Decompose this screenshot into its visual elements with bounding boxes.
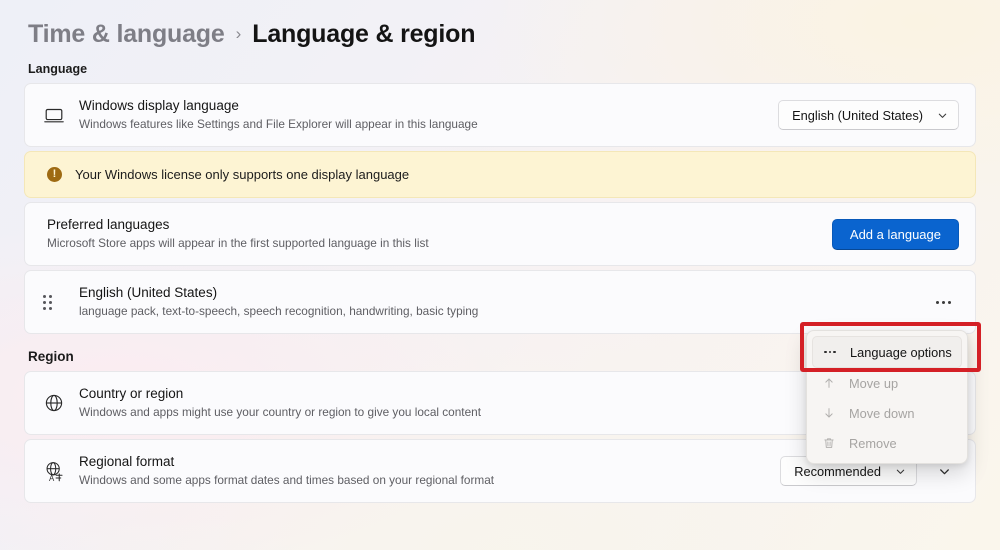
card-language-list-item: English (United States) language pack, t… <box>24 270 976 334</box>
menu-item-label: Remove <box>849 435 897 451</box>
row-title: Preferred languages <box>47 217 170 233</box>
chevron-right-icon: › <box>235 24 242 43</box>
license-warning-text: Your Windows license only supports one d… <box>75 167 410 182</box>
row-text: Windows display language Windows feature… <box>79 97 764 133</box>
row-text: English (United States) language pack, t… <box>79 284 913 320</box>
row-subtitle: Microsoft Store apps will appear in the … <box>47 236 429 251</box>
row-language-english-united-states[interactable]: English (United States) language pack, t… <box>25 271 975 333</box>
menu-item-remove: Remove <box>812 428 962 458</box>
row-text: Regional format Windows and some apps fo… <box>79 453 766 489</box>
menu-item-move-up: Move up <box>812 368 962 398</box>
regional-format-dropdown-value: Recommended <box>794 463 881 479</box>
drag-handle[interactable] <box>43 294 52 310</box>
row-windows-display-language[interactable]: Windows display language Windows feature… <box>25 84 975 146</box>
license-warning-banner: ! Your Windows license only supports one… <box>25 152 975 197</box>
chevron-down-icon <box>937 110 948 121</box>
display-language-dropdown[interactable]: English (United States) <box>778 100 959 130</box>
card-license-warning: ! Your Windows license only supports one… <box>24 151 976 198</box>
row-actions <box>927 288 959 316</box>
section-heading-language: Language <box>28 62 88 76</box>
language-more-options-button[interactable] <box>927 288 959 316</box>
language-context-menu: Language options Move up Move down Remov… <box>806 330 968 464</box>
warning-circle-icon: ! <box>47 167 62 182</box>
menu-item-label: Move up <box>849 375 899 391</box>
row-title: Windows display language <box>79 98 239 114</box>
menu-item-move-down: Move down <box>812 398 962 428</box>
menu-item-label: Language options <box>850 344 952 360</box>
breadcrumb-parent-link[interactable]: Time & language <box>28 20 225 49</box>
arrow-down-icon <box>821 406 837 420</box>
row-actions: Add a language <box>831 218 959 250</box>
row-title: Regional format <box>79 454 175 470</box>
row-title: English (United States) <box>79 285 218 301</box>
monitor-icon <box>43 104 79 126</box>
display-language-dropdown-value: English (United States) <box>792 107 923 123</box>
chevron-down-icon <box>895 466 906 477</box>
trash-icon <box>821 436 837 450</box>
settings-page: Time & language › Language & region Lang… <box>0 0 1000 550</box>
card-windows-display-language: Windows display language Windows feature… <box>24 83 976 147</box>
menu-item-label: Move down <box>849 405 915 421</box>
row-subtitle: language pack, text-to-speech, speech re… <box>79 304 479 319</box>
row-text: Preferred languages Microsoft Store apps… <box>47 216 818 252</box>
svg-text:A: A <box>49 474 55 483</box>
globe-translate-icon: A <box>43 459 79 483</box>
globe-icon <box>43 392 79 414</box>
drag-handle-icon[interactable] <box>43 294 79 310</box>
page-title: Language & region <box>252 20 476 48</box>
menu-item-language-options[interactable]: Language options <box>812 336 962 368</box>
add-a-language-button[interactable]: Add a language <box>831 218 959 250</box>
breadcrumb: Time & language › Language & region <box>24 0 976 52</box>
arrow-up-icon <box>821 376 837 390</box>
row-actions: English (United States) <box>778 100 959 130</box>
row-subtitle: Windows features like Settings and File … <box>79 117 478 132</box>
card-preferred-languages: Preferred languages Microsoft Store apps… <box>24 202 976 266</box>
row-preferred-languages: Preferred languages Microsoft Store apps… <box>25 203 975 265</box>
row-subtitle: Windows and some apps format dates and t… <box>79 473 495 488</box>
ellipsis-icon <box>822 350 838 354</box>
